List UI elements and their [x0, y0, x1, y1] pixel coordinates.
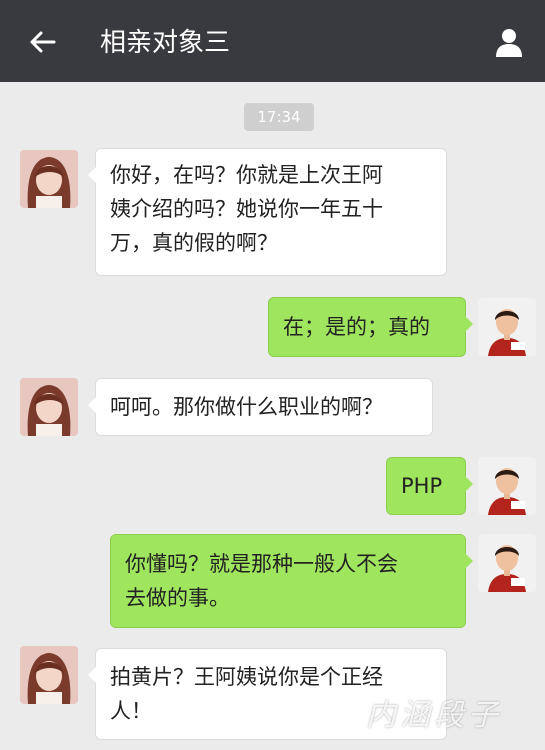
chat-message: PHP: [386, 457, 473, 515]
chat-message: 你好，在吗？你就是上次王阿 姨介绍的吗？她说你一年五十 万，真的假的啊？: [88, 148, 447, 276]
back-arrow-icon[interactable]: [28, 30, 56, 54]
message-text: 呵呵。那你做什么职业的啊？: [110, 395, 383, 419]
my-avatar[interactable]: [478, 457, 536, 515]
my-avatar[interactable]: [478, 534, 536, 592]
message-text: PHP: [401, 474, 443, 498]
message-timestamp: 17:34: [244, 103, 314, 131]
person-icon[interactable]: [493, 26, 525, 58]
contact-avatar[interactable]: [20, 646, 78, 704]
contact-avatar[interactable]: [20, 150, 78, 208]
chat-message: 呵呵。那你做什么职业的啊？: [88, 378, 433, 436]
chat-message: 你懂吗？就是那种一般人不会 去做的事。: [110, 534, 473, 628]
chat-title: 相亲对象三: [100, 28, 231, 58]
contact-avatar[interactable]: [20, 378, 78, 436]
message-text: 你好，在吗？你就是上次王阿 姨介绍的吗？她说你一年五十 万，真的假的啊？: [110, 163, 383, 255]
message-text: 在；是的；真的: [283, 315, 430, 339]
my-avatar[interactable]: [478, 298, 536, 356]
message-text: 你懂吗？就是那种一般人不会 去做的事。: [125, 552, 398, 610]
chat-header: 相亲对象三: [0, 0, 545, 82]
watermark: 内涵段子: [366, 698, 502, 733]
chat-message: 在；是的；真的: [268, 297, 473, 357]
